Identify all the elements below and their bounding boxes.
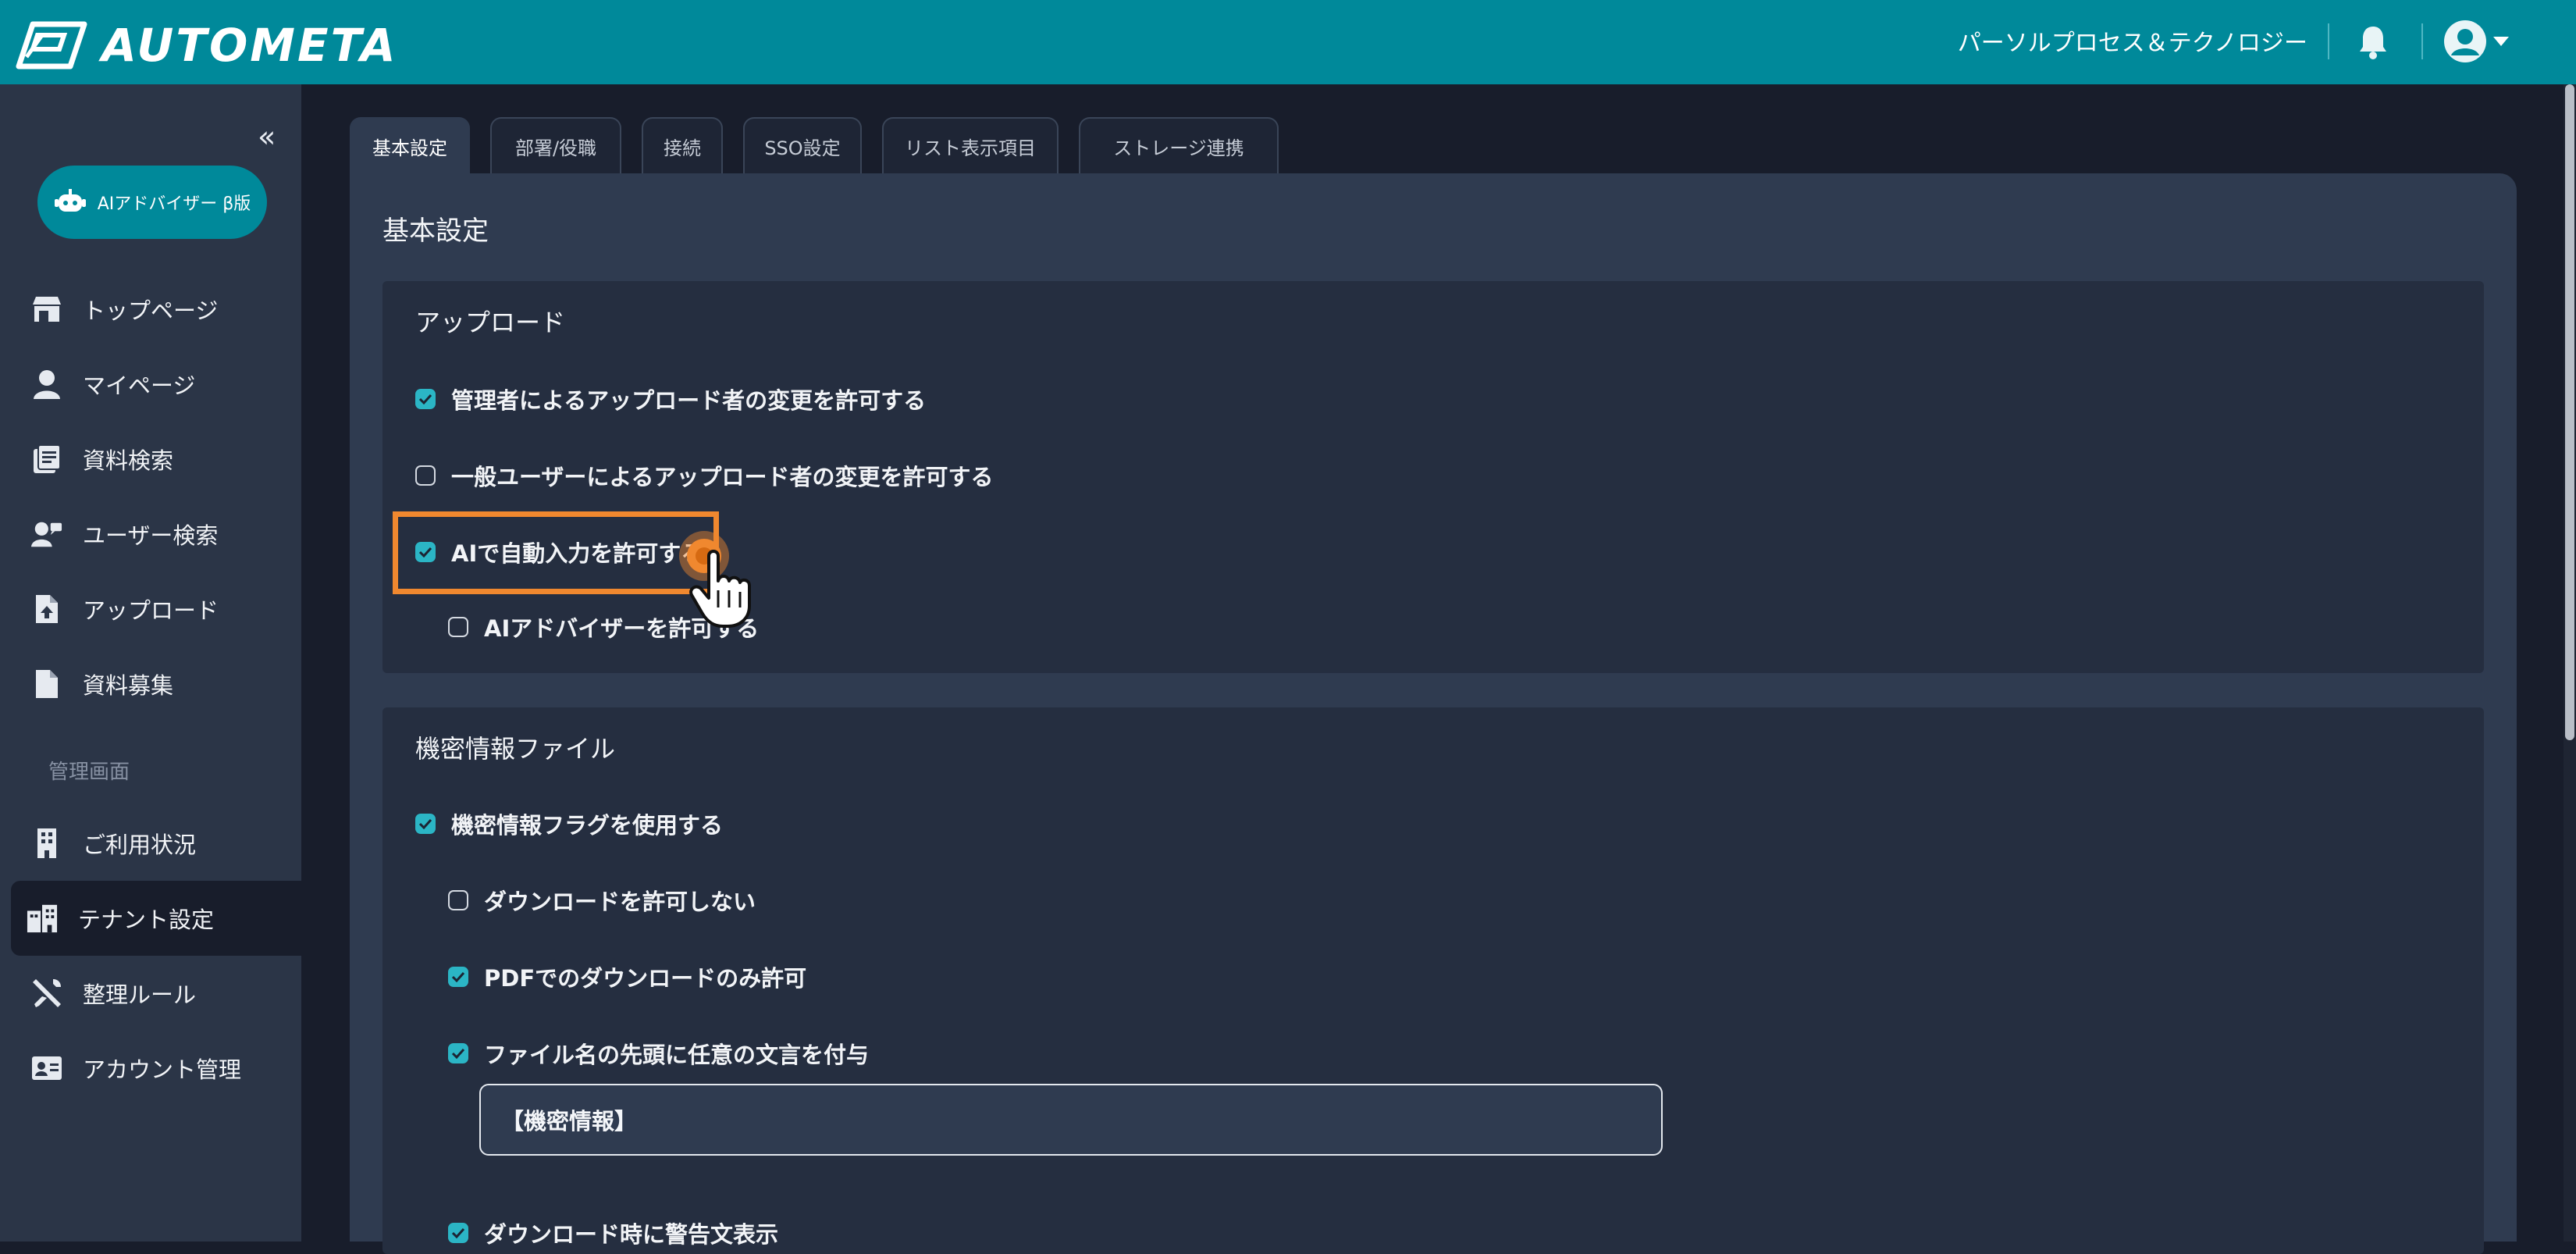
checkbox-checked[interactable] [448, 967, 468, 987]
tab-storage-integration[interactable]: ストレージ連携 [1079, 117, 1279, 173]
sidebar-item-usage-status[interactable]: ご利用状況 [11, 806, 301, 881]
sidebar-item-label: アカウント管理 [83, 1056, 242, 1083]
checkbox-checked[interactable] [415, 814, 436, 834]
sidebar: « AIアドバイザー β版 トップページ マイページ 資料検索 ユーザー検索 ア… [0, 84, 301, 1242]
option-user-change-uploader[interactable]: 一般ユーザーによるアップロード者の変更を許可する [415, 459, 994, 492]
tab-label: リスト表示項目 [905, 137, 1036, 159]
sidebar-item-label: ご利用状況 [83, 832, 197, 858]
autometa-logo-icon [16, 21, 87, 69]
option-label: PDFでのダウンロードのみ許可 [484, 965, 807, 992]
app-logo[interactable]: AUTOMETA [16, 16, 398, 75]
tab-label: SSO設定 [764, 137, 841, 159]
checkbox-checked[interactable] [415, 389, 436, 409]
tab-sso-settings[interactable]: SSO設定 [743, 117, 862, 173]
sidebar-item-label: 資料検索 [83, 447, 174, 474]
avatar-icon [2444, 20, 2486, 62]
sidebar-item-account-management[interactable]: アカウント管理 [11, 1031, 301, 1106]
user-icon [31, 369, 62, 400]
collapse-sidebar-icon[interactable]: « [258, 119, 276, 154]
sidebar-item-document-request[interactable]: 資料募集 [11, 647, 301, 721]
sidebar-item-label: トップページ [83, 297, 219, 324]
checkbox-checked[interactable] [448, 1223, 468, 1243]
robot-icon [54, 189, 86, 212]
tab-basic-settings[interactable]: 基本設定 [350, 117, 470, 173]
upload-section-title: アップロード [415, 308, 566, 337]
header-divider [2421, 23, 2423, 59]
sidebar-item-label: アップロード [83, 597, 219, 624]
option-download-warning[interactable]: ダウンロード時に警告文表示 [448, 1217, 778, 1249]
document-list-icon [31, 444, 62, 475]
option-pdf-download-only[interactable]: PDFでのダウンロードのみ許可 [448, 960, 806, 993]
scrollbar-thumb[interactable] [2565, 84, 2574, 740]
page-title: 基本設定 [382, 216, 489, 247]
tab-connection[interactable]: 接続 [642, 117, 723, 173]
checkbox-unchecked[interactable] [448, 617, 468, 637]
ai-advisor-button[interactable]: AIアドバイザー β版 [37, 166, 267, 239]
checkbox-unchecked[interactable] [448, 890, 468, 910]
organization-name: パーソルプロセス＆テクノロジー [1957, 30, 2307, 57]
sidebar-item-tenant-settings[interactable]: テナント設定 [11, 881, 301, 956]
tab-label: 接続 [664, 137, 701, 159]
sidebar-item-label: 整理ルール [83, 981, 197, 1008]
admin-section-label: 管理画面 [48, 761, 130, 784]
option-label: ダウンロード時に警告文表示 [484, 1221, 779, 1248]
notification-bell-icon[interactable] [2357, 23, 2389, 62]
file-upload-icon [31, 593, 62, 625]
focus-highlight-box [393, 511, 719, 594]
sidebar-item-top-page[interactable]: トップページ [11, 272, 301, 347]
sidebar-item-label: 資料募集 [83, 672, 174, 699]
option-disallow-download[interactable]: ダウンロードを許可しない [448, 884, 756, 917]
option-filename-prefix[interactable]: ファイル名の先頭に任意の文言を付与 [448, 1037, 869, 1070]
tab-departments-roles[interactable]: 部署/役職 [490, 117, 621, 173]
ai-advisor-label: AIアドバイザー β版 [97, 194, 251, 214]
settings-panel: 基本設定 アップロード 機密情報ファイル 管理者によるアップロード者の変更を許可… [350, 173, 2517, 1254]
option-label: 機密情報フラグを使用する [451, 812, 724, 839]
id-card-icon [31, 1053, 62, 1084]
app-header: AUTOMETA パーソルプロセス＆テクノロジー [0, 0, 2576, 84]
sidebar-item-label: テナント設定 [78, 907, 215, 933]
checkbox-checked[interactable] [448, 1043, 468, 1063]
store-icon [31, 294, 62, 325]
sidebar-item-label: マイページ [83, 372, 196, 399]
sidebar-item-my-page[interactable]: マイページ [11, 347, 301, 422]
tools-icon [31, 978, 62, 1009]
settings-tabs: 基本設定 部署/役職 接続 SSO設定 リスト表示項目 ストレージ連携 [350, 117, 1299, 173]
building-icon [31, 828, 62, 859]
user-menu[interactable] [2443, 20, 2510, 63]
tab-label: 基本設定 [372, 137, 447, 159]
header-divider [2328, 23, 2329, 59]
option-label: 管理者によるアップロード者の変更を許可する [451, 387, 927, 414]
sidebar-item-document-search[interactable]: 資料検索 [11, 422, 301, 497]
tab-list-display-items[interactable]: リスト表示項目 [882, 117, 1059, 173]
option-admin-change-uploader[interactable]: 管理者によるアップロード者の変更を許可する [415, 383, 926, 415]
page-scrollbar[interactable] [2564, 84, 2576, 1242]
sidebar-item-label: ユーザー検索 [83, 522, 219, 549]
user-search-icon [31, 518, 62, 550]
tenant-building-icon [27, 903, 58, 934]
caret-down-icon [2493, 37, 2509, 46]
file-icon [31, 668, 62, 700]
logo-text: AUTOMETA [101, 19, 398, 72]
sidebar-item-organize-rules[interactable]: 整理ルール [11, 956, 301, 1031]
option-label: ダウンロードを許可しない [484, 889, 756, 915]
click-pointer-icon [671, 515, 762, 632]
option-label: 一般ユーザーによるアップロード者の変更を許可する [451, 464, 994, 490]
checkbox-unchecked[interactable] [415, 465, 436, 486]
option-use-confidential-flag[interactable]: 機密情報フラグを使用する [415, 807, 723, 840]
confidential-section-title: 機密情報ファイル [415, 734, 616, 764]
sidebar-item-user-search[interactable]: ユーザー検索 [11, 497, 301, 572]
tab-label: ストレージ連携 [1113, 137, 1244, 159]
option-label: ファイル名の先頭に任意の文言を付与 [484, 1042, 870, 1068]
tab-label: 部署/役職 [514, 137, 597, 159]
filename-prefix-input[interactable] [479, 1084, 1663, 1156]
sidebar-item-upload[interactable]: アップロード [11, 572, 301, 647]
